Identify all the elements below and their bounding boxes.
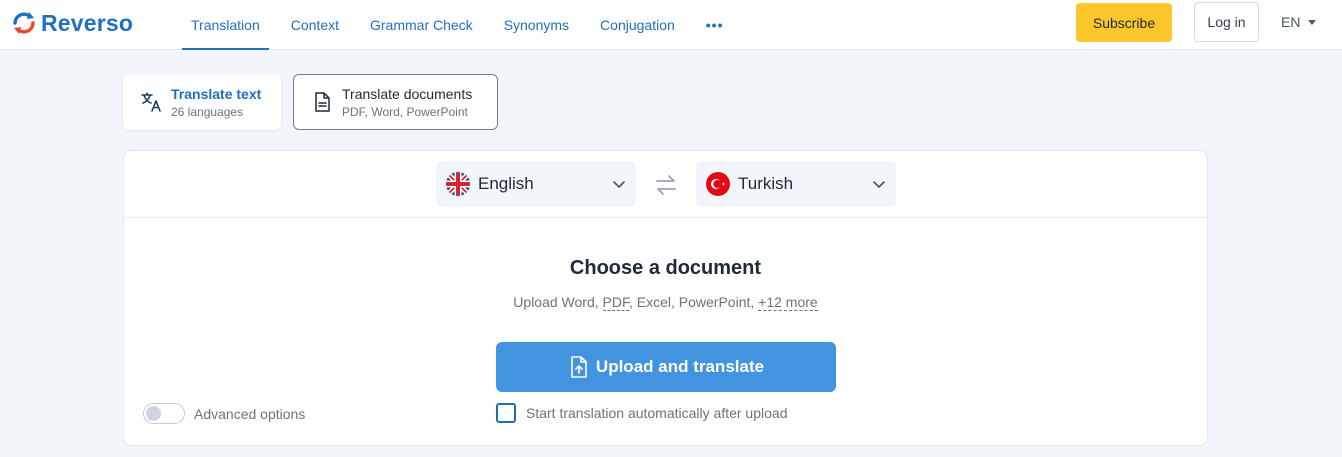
formats-prefix: Upload Word, (513, 294, 603, 310)
swap-languages-icon[interactable] (654, 173, 678, 197)
nav-item-translation[interactable]: Translation (182, 0, 269, 50)
formats-middle: , Excel, PowerPoint, (628, 294, 759, 310)
caret-down-icon (1308, 19, 1317, 25)
logo-text: Reverso (41, 9, 134, 36)
source-language-name: English (478, 174, 534, 193)
upload-file-icon (571, 356, 587, 378)
translate-text-subtitle: 26 languages (171, 104, 244, 119)
translate-documents-title: Translate documents (342, 85, 473, 102)
source-language-select[interactable]: English (436, 161, 636, 207)
more-menu-icon[interactable]: ••• (697, 0, 733, 50)
advanced-options-label[interactable]: Advanced options (194, 406, 305, 422)
nav-item-conjugation[interactable]: Conjugation (591, 0, 684, 50)
chevron-down-icon (613, 181, 625, 188)
nav-item-synonyms[interactable]: Synonyms (495, 0, 578, 50)
reverso-logo-icon (13, 12, 35, 34)
translate-documents-card[interactable]: Translate documents PDF, Word, PowerPoin… (293, 74, 498, 130)
login-button[interactable]: Log in (1194, 2, 1259, 42)
subscribe-button[interactable]: Subscribe (1076, 3, 1172, 42)
turkey-flag-icon (706, 172, 730, 196)
ui-language-selector[interactable]: EN (1281, 14, 1317, 30)
top-navigation-bar: Reverso Translation Context Grammar Chec… (0, 0, 1342, 50)
more-formats-link[interactable]: +12 more (758, 294, 818, 311)
translate-text-title: Translate text (171, 85, 262, 102)
nav-item-grammar-check[interactable]: Grammar Check (361, 0, 482, 50)
toggle-knob (146, 406, 161, 421)
language-bar: English Turkish (124, 151, 1207, 218)
pdf-format-link[interactable]: PDF (602, 294, 629, 311)
document-icon (315, 92, 330, 112)
reverso-logo[interactable]: Reverso (10, 8, 133, 38)
upload-and-translate-button[interactable]: Upload and translate (496, 342, 836, 392)
advanced-options-row: Advanced options (143, 403, 305, 424)
auto-start-row: Start translation automatically after up… (496, 403, 787, 423)
target-language-name: Turkish (738, 174, 794, 193)
nav-item-context[interactable]: Context (282, 0, 348, 50)
uk-flag-icon (446, 172, 470, 196)
advanced-options-toggle[interactable] (143, 403, 185, 424)
supported-formats-text: Upload Word, PDF, Excel, PowerPoint, +12… (124, 294, 1207, 311)
target-language-select[interactable]: Turkish (696, 161, 896, 207)
chevron-down-icon (873, 181, 885, 188)
auto-start-label[interactable]: Start translation automatically after up… (526, 405, 787, 421)
choose-document-title: Choose a document (569, 257, 762, 279)
translate-icon (141, 92, 161, 112)
upload-button-label: Upload and translate (595, 357, 765, 376)
translate-documents-subtitle: PDF, Word, PowerPoint (342, 104, 468, 119)
main-nav: Translation Context Grammar Check Synony… (182, 0, 746, 50)
translate-text-card[interactable]: Translate text 26 languages (123, 74, 281, 130)
ui-language-label: EN (1281, 14, 1301, 30)
auto-start-checkbox[interactable] (496, 403, 516, 423)
document-translation-panel: English Turkish Choose a document Upload… (123, 150, 1208, 446)
